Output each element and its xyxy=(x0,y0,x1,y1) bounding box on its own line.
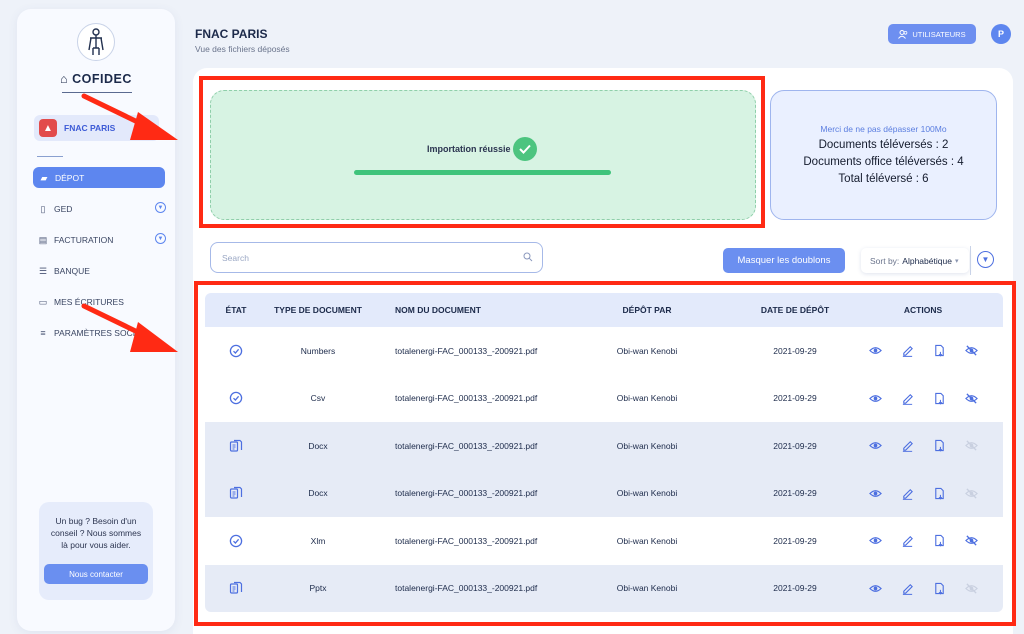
search-placeholder: Search xyxy=(222,253,249,263)
highlight-box xyxy=(199,76,765,228)
invoice-icon: ▤ xyxy=(38,234,48,245)
writing-icon: ▭ xyxy=(38,296,48,307)
sort-prefix: Sort by: xyxy=(870,255,900,266)
highlight-box xyxy=(194,281,1016,626)
contact-button[interactable]: Nous contacter xyxy=(44,564,148,584)
sidebar-item-label: FACTURATION xyxy=(54,234,114,245)
upload-stats-card: Merci de ne pas dépasser 100Mo Documents… xyxy=(770,90,997,220)
search-icon xyxy=(523,252,533,262)
brand-label: COFIDEC xyxy=(72,72,132,86)
sidebar-item-facturation[interactable]: ▤ FACTURATION ▼ xyxy=(32,224,172,255)
documents-count: Documents téléversés : 2 xyxy=(818,139,949,151)
logo xyxy=(77,23,115,61)
sidebar-item-banque[interactable]: ☰ BANQUE xyxy=(32,255,172,286)
folder-icon: ▰ xyxy=(40,172,48,183)
settings-sliders-icon: ≡ xyxy=(40,327,46,338)
sort-select[interactable]: Sort by: Alphabétique ▾ xyxy=(861,248,969,273)
help-card: Un bug ? Besoin d'un conseil ? Nous somm… xyxy=(39,502,153,600)
help-text: Un bug ? Besoin d'un conseil ? Nous somm… xyxy=(50,516,142,550)
users-button-label: UTILISATEURS xyxy=(912,29,966,39)
company-logo-icon: ▲ xyxy=(39,119,57,137)
home-icon: ⌂ xyxy=(60,72,73,86)
chevron-down-icon[interactable]: ▼ xyxy=(155,202,166,213)
document-icon: ▯ xyxy=(40,203,46,214)
arrow-annotation-icon xyxy=(81,93,178,140)
office-documents-count: Documents office téléversés : 4 xyxy=(803,156,964,168)
chevron-down-icon[interactable]: ▼ xyxy=(977,251,994,268)
total-count: Total téléversé : 6 xyxy=(838,173,929,185)
arrow-annotation-icon xyxy=(81,303,178,352)
users-icon xyxy=(898,29,908,39)
size-limit-note: Merci de ne pas dépasser 100Mo xyxy=(820,124,947,134)
sidebar-item-label: DÉPOT xyxy=(55,172,85,183)
bank-icon: ☰ xyxy=(38,265,48,276)
caret-down-icon: ▾ xyxy=(954,257,959,265)
sidebar-item-ged[interactable]: ▯ GED ▼ xyxy=(32,193,172,224)
divider xyxy=(970,246,971,275)
avatar[interactable]: P xyxy=(991,24,1011,44)
search-input[interactable]: Search xyxy=(210,242,543,273)
brand-name: ⌂ COFIDEC xyxy=(17,72,175,86)
page-subtitle: Vue des fichiers déposés xyxy=(195,44,290,54)
sidebar-item-label: GED xyxy=(54,203,73,214)
divider xyxy=(37,156,63,157)
page-title: FNAC PARIS xyxy=(195,27,268,41)
chevron-down-icon[interactable]: ▼ xyxy=(155,233,166,244)
sidebar-item-label: BANQUE xyxy=(54,265,90,276)
users-button[interactable]: UTILISATEURS xyxy=(888,24,976,44)
sort-value: Alphabétique xyxy=(902,255,952,266)
logo-figure-icon xyxy=(88,28,104,55)
sidebar-item-depot[interactable]: ▰ DÉPOT xyxy=(33,167,165,188)
hide-duplicates-button[interactable]: Masquer les doublons xyxy=(723,248,845,273)
